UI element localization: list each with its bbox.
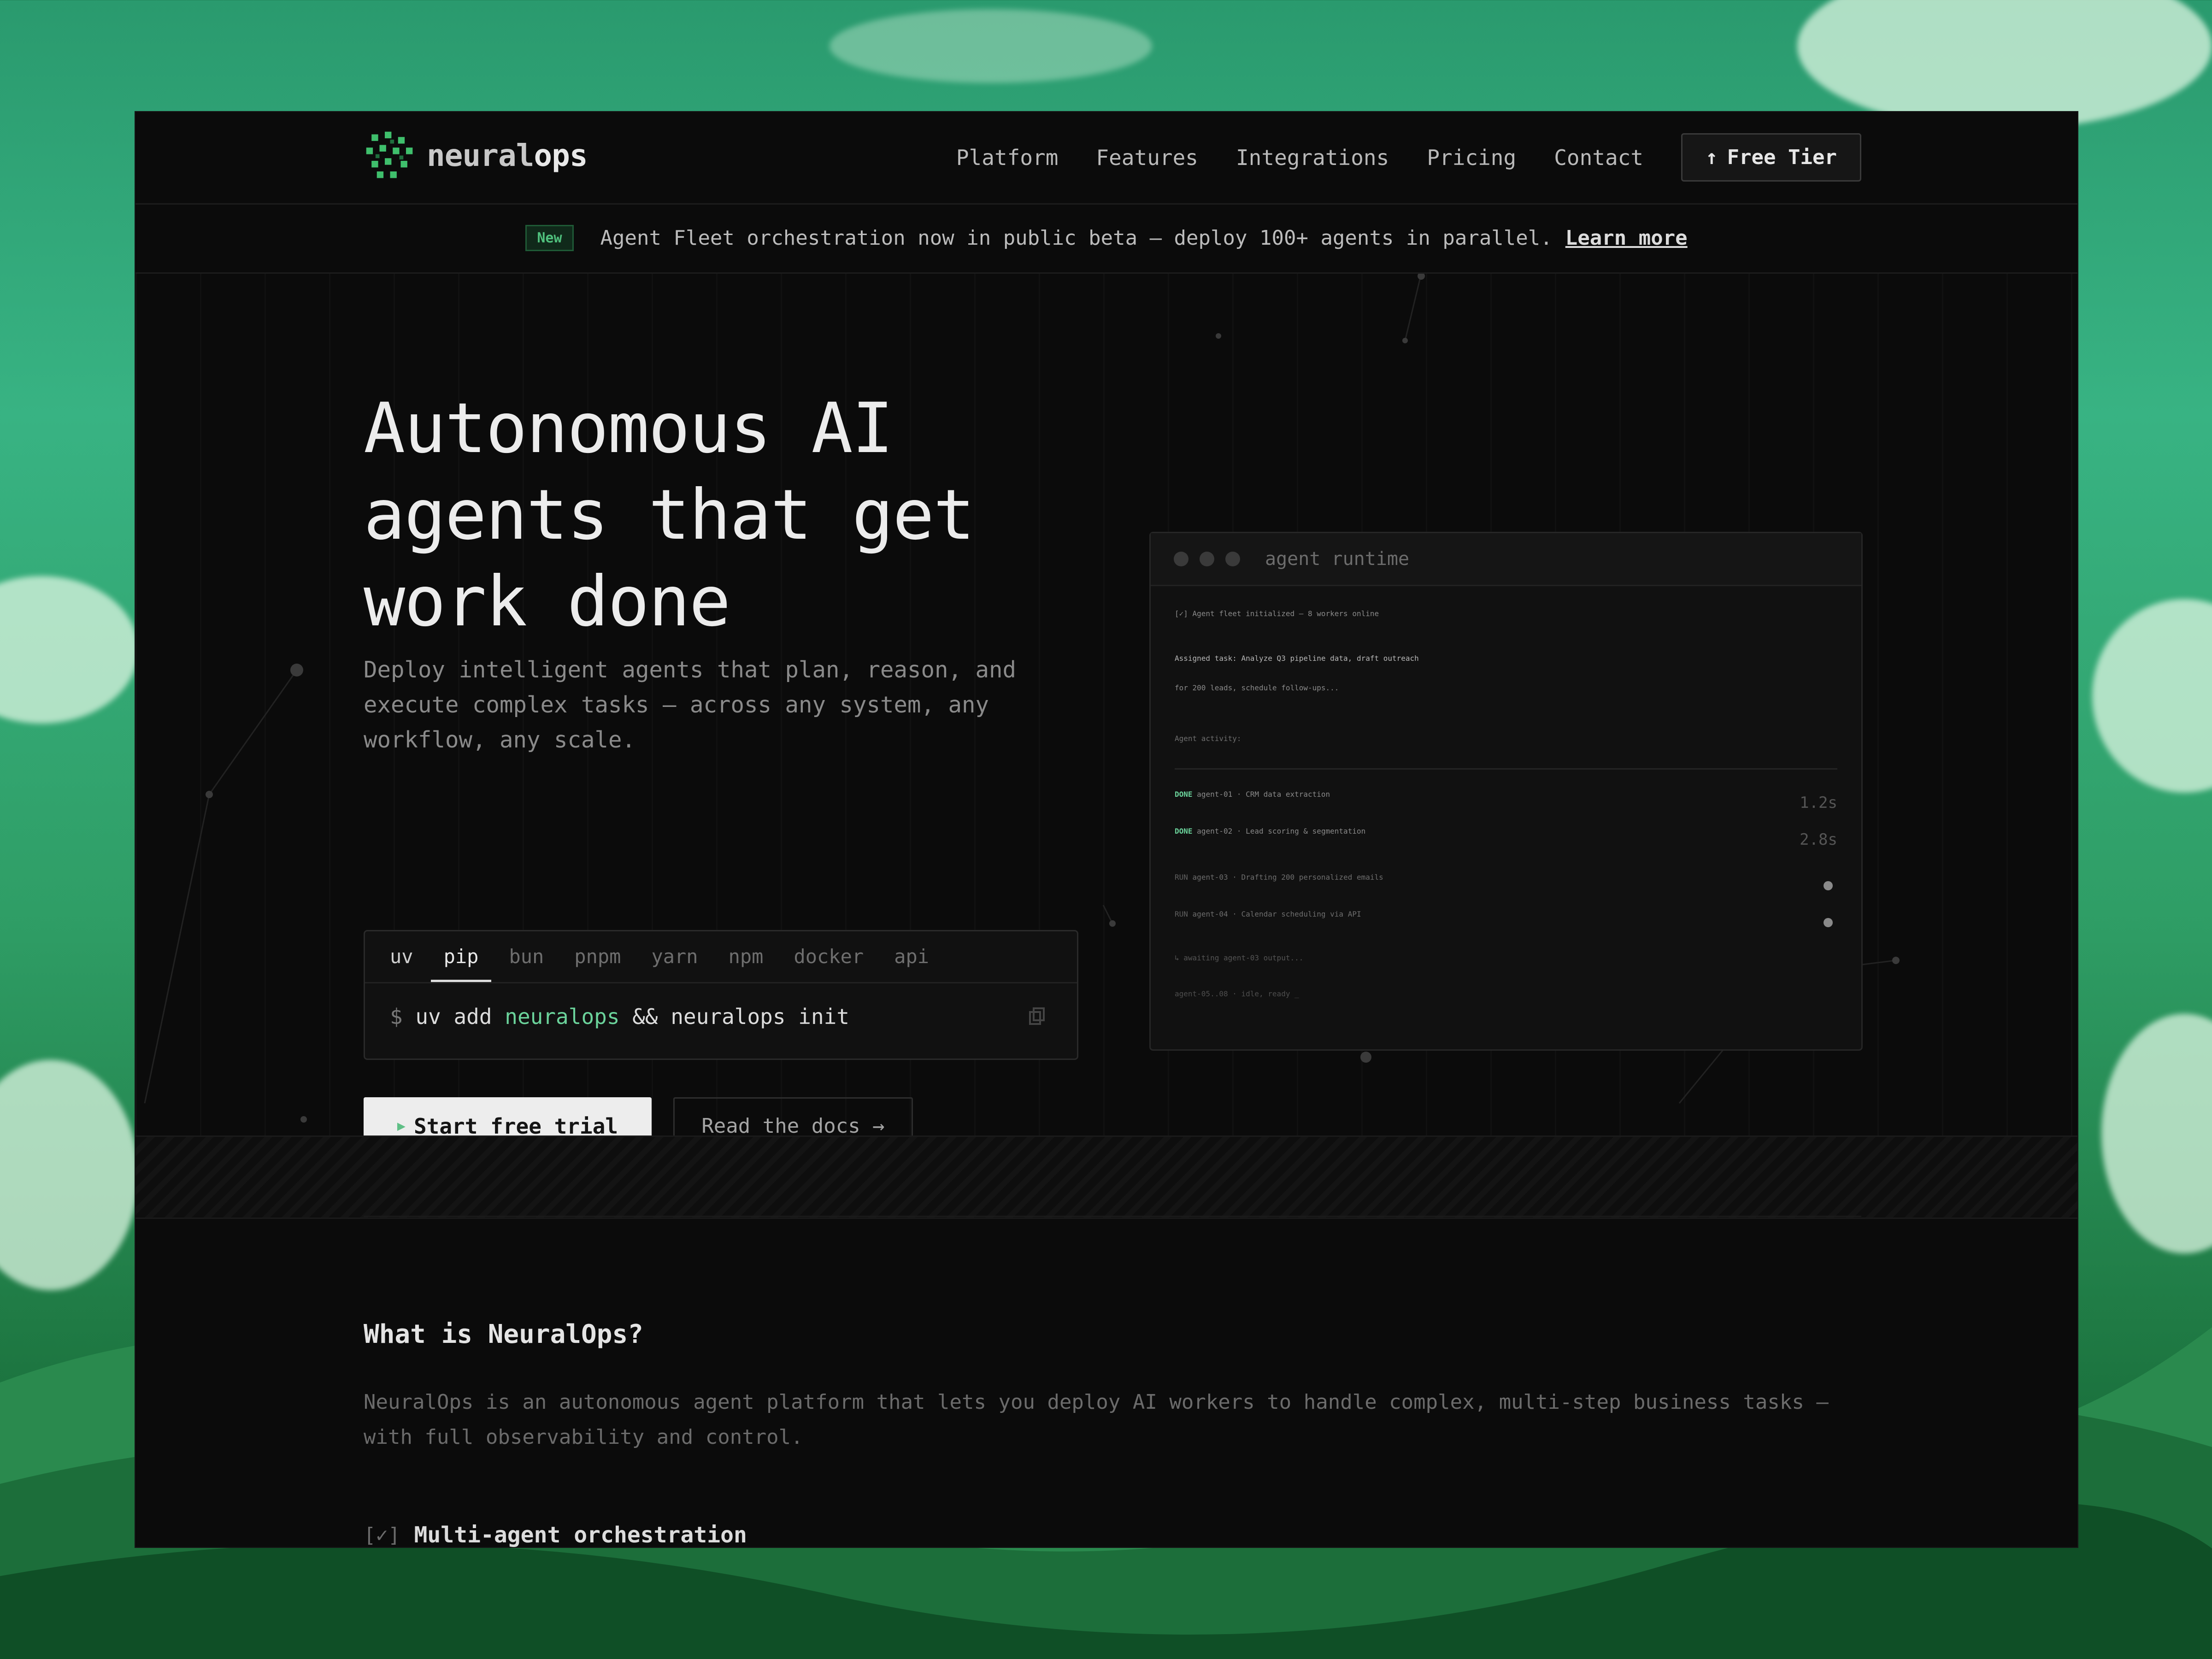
agent-runtime-terminal: agent runtime [✓] Agent fleet initialize… (1149, 532, 1863, 1051)
terminal-title: agent runtime (1265, 548, 1410, 570)
tab-pnpm[interactable]: pnpm (561, 931, 634, 982)
activity-row: DONE agent-01 · CRM data extraction (1175, 790, 1330, 799)
top-navigation: neuralops Platform Features Integrations… (135, 112, 2077, 205)
await-line: ↳ awaiting agent-03 output... (1175, 953, 1304, 962)
package-manager-tabs: uv pip bun pnpm yarn npm docker api (365, 931, 1077, 983)
hero-section: Autonomous AI agents that get work done … (135, 274, 2077, 1155)
new-badge: New (525, 224, 574, 251)
install-snippet: uv pip bun pnpm yarn npm docker api $ uv… (364, 930, 1078, 1060)
nav-integrations[interactable]: Integrations (1236, 145, 1389, 170)
browser-page: neuralops Platform Features Integrations… (135, 112, 2077, 1547)
section-title: What is NeuralOps? (364, 1319, 643, 1349)
running-indicator-icon (1824, 881, 1833, 890)
hero-subtitle: Deploy intelligent agents that plan, rea… (364, 657, 1017, 753)
window-dot-icon (1225, 552, 1240, 566)
idle-line: agent-05..08 · idle, ready _ (1175, 989, 1299, 998)
play-icon: ▶ (397, 1118, 406, 1134)
duration: 2.8s (1800, 830, 1837, 849)
section-description: NeuralOps is an autonomous agent platfor… (364, 1390, 1829, 1449)
banner-text: Agent Fleet orchestration now in public … (600, 226, 1553, 250)
nav-pricing[interactable]: Pricing (1427, 145, 1516, 170)
activity-row: DONE agent-02 · Lead scoring & segmentat… (1175, 827, 1366, 835)
neural-network-icon (366, 131, 413, 178)
window-dot-icon (1200, 552, 1214, 566)
free-tier-button[interactable]: ↑ Free Tier (1681, 133, 1861, 182)
feature-label: Multi-agent orchestration (414, 1522, 747, 1547)
divider (1175, 768, 1837, 770)
tab-yarn[interactable]: yarn (638, 931, 711, 982)
feature-item: [✓] Multi-agent orchestration (364, 1522, 747, 1547)
task-line: Assigned task: Analyze Q3 pipeline data,… (1175, 654, 1419, 663)
activity-row: RUN agent-03 · Drafting 200 personalized… (1175, 873, 1383, 882)
free-tier-label: Free Tier (1727, 146, 1837, 169)
tab-uv[interactable]: uv (377, 931, 426, 982)
duration: 1.2s (1800, 794, 1837, 812)
main-menu: Platform Features Integrations Pricing C… (956, 133, 1861, 182)
running-indicator-icon (1824, 918, 1833, 927)
nav-platform[interactable]: Platform (956, 145, 1059, 170)
tab-pip[interactable]: pip (430, 931, 492, 982)
arrow-up-icon: ↑ (1706, 146, 1718, 169)
striped-divider (135, 1135, 2077, 1219)
task-line: for 200 leads, schedule follow-ups... (1175, 683, 1339, 692)
checkbox-icon: [✓] (364, 1523, 400, 1547)
activity-row: RUN agent-04 · Calendar scheduling via A… (1175, 910, 1361, 918)
terminal-titlebar: agent runtime (1151, 533, 1861, 586)
logo[interactable]: neuralops (364, 129, 588, 182)
divider (364, 1216, 1861, 1217)
window-dot-icon (1174, 552, 1188, 566)
learn-more-link[interactable]: Learn more (1565, 226, 1688, 250)
announcement-banner: New Agent Fleet orchestration now in pub… (135, 203, 2077, 274)
logo-text: neuralops (427, 138, 588, 173)
tab-api[interactable]: api (881, 931, 942, 982)
install-command[interactable]: $ uv add neuralops && neuralops init (390, 1004, 849, 1029)
nav-features[interactable]: Features (1096, 145, 1198, 170)
tab-npm[interactable]: npm (716, 931, 777, 982)
init-line: [✓] Agent fleet initialized — 8 workers … (1175, 609, 1379, 618)
copy-icon[interactable] (1029, 1007, 1045, 1026)
nav-contact[interactable]: Contact (1554, 145, 1643, 170)
tab-docker[interactable]: docker (781, 931, 877, 982)
activity-label: Agent activity: (1175, 734, 1241, 743)
tab-bun[interactable]: bun (496, 931, 557, 982)
hero-title: Autonomous AI agents that get work done (364, 388, 975, 642)
